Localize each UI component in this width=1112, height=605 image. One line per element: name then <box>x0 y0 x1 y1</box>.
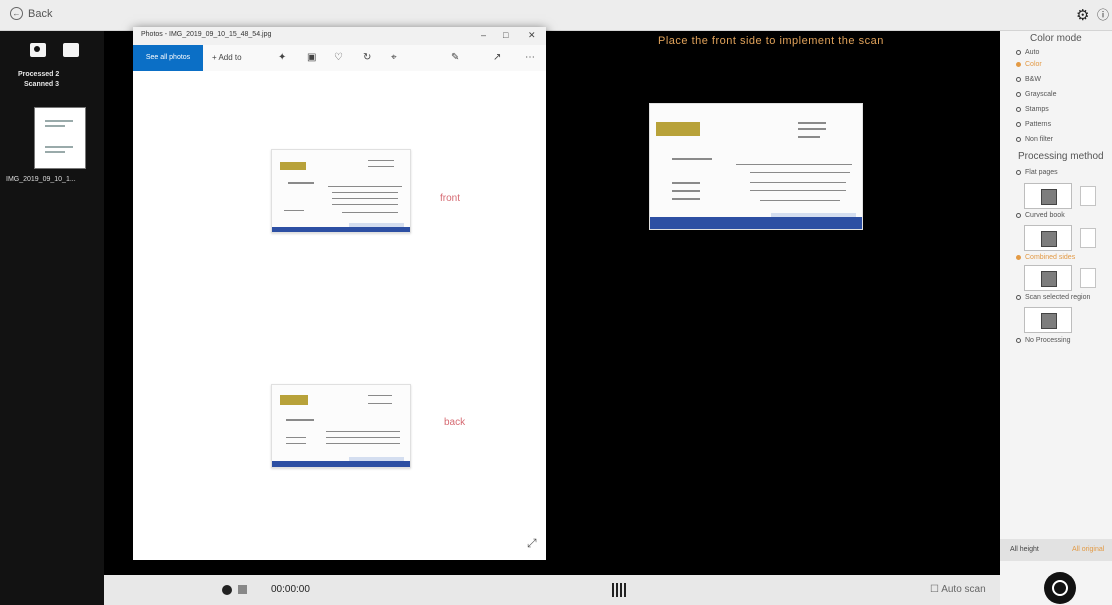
thumbnail-label: IMG_2019_09_10_1... <box>6 176 76 183</box>
color-mode-bw[interactable]: B&W <box>1016 76 1041 83</box>
timer: 00:00:00 <box>271 584 310 595</box>
processing-combined-sides[interactable]: Combined sides <box>1016 254 1075 261</box>
flat-pages-settings-icon[interactable] <box>1080 186 1096 206</box>
right-panel: Color mode Auto Color B&W Grayscale Stam… <box>1000 31 1112 605</box>
maximize-icon[interactable]: □ <box>503 30 508 40</box>
photos-titlebar: Photos - IMG_2019_09_10_15_48_54.jpg – □… <box>133 27 546 45</box>
auto-scan-toggle[interactable]: ☐ Auto scan <box>930 584 986 595</box>
scan-thumbnail[interactable] <box>34 107 86 169</box>
plus-icon: + <box>212 53 217 62</box>
back-label: Back <box>28 7 53 20</box>
processing-flat-pages[interactable]: Flat pages <box>1016 169 1058 176</box>
processing-curved-book[interactable]: Curved book <box>1016 212 1065 219</box>
heart-icon[interactable]: ♡ <box>334 52 343 63</box>
help-icon[interactable]: ⓘ <box>1097 6 1109 23</box>
back-label: back <box>444 417 466 428</box>
processing-method-header: Processing method <box>1018 151 1104 162</box>
processing-scan-selected-region[interactable]: Scan selected region <box>1016 294 1090 301</box>
see-all-photos-button[interactable]: See all photos <box>133 45 203 71</box>
front-label: front <box>440 193 461 204</box>
more-icon[interactable]: ⋯ <box>525 52 535 63</box>
color-mode-stamps[interactable]: Stamps <box>1016 106 1049 113</box>
back-arrow-icon: ← <box>10 7 23 20</box>
rotate-icon[interactable]: ↻ <box>363 52 371 63</box>
minimize-icon[interactable]: – <box>481 30 486 40</box>
scan-button[interactable] <box>1044 572 1076 604</box>
expand-icon[interactable]: ⤢ <box>527 536 537 551</box>
folder-icon[interactable] <box>63 43 79 57</box>
combined-sides-settings-icon[interactable] <box>1080 268 1096 288</box>
curved-book-settings-icon[interactable] <box>1080 228 1096 248</box>
processed-count: Processed 2 <box>18 71 60 78</box>
color-mode-header: Color mode <box>1030 33 1082 44</box>
color-mode-color[interactable]: Color <box>1016 61 1042 68</box>
curved-book-mode-icon[interactable] <box>1024 225 1072 251</box>
back-card-image <box>271 384 411 468</box>
back-button[interactable]: ← Back <box>10 7 52 20</box>
add-to-label: Add to <box>218 53 242 62</box>
enhance-icon[interactable]: ✦ <box>278 52 286 63</box>
color-mode-non-filter[interactable]: Non filter <box>1016 136 1053 143</box>
qr-code-icon[interactable] <box>612 583 626 597</box>
color-mode-patterns[interactable]: Patterns <box>1016 121 1051 128</box>
auto-scan-label: Auto scan <box>941 584 986 595</box>
tab-all-height[interactable]: All height <box>1010 546 1039 553</box>
delete-icon[interactable]: ▣ <box>307 52 316 63</box>
color-mode-grayscale[interactable]: Grayscale <box>1016 91 1057 98</box>
photos-toolbar: See all photos + Add to ✦ ▣ ♡ ↻ ⌖ ✎ ↗ ⋯ <box>133 45 546 71</box>
processing-no-processing[interactable]: No Processing <box>1016 337 1071 344</box>
photos-title: Photos - IMG_2019_09_10_15_48_54.jpg <box>141 31 272 38</box>
scan-region-mode-icon[interactable] <box>1024 307 1072 333</box>
combined-sides-mode-icon[interactable] <box>1024 265 1072 291</box>
grid-icon[interactable] <box>238 585 247 594</box>
scan-hint: Place the front side to implement the sc… <box>658 35 884 47</box>
color-mode-auto[interactable]: Auto <box>1016 49 1039 56</box>
checkbox-icon: ☐ <box>930 584 939 595</box>
scanned-count: Scanned 3 <box>24 81 60 88</box>
share-icon[interactable]: ↗ <box>493 52 501 63</box>
add-to-button[interactable]: + Add to <box>212 53 242 62</box>
scanned-card-preview <box>649 103 863 230</box>
tab-all-original[interactable]: All original <box>1072 546 1104 553</box>
camera-icon[interactable] <box>30 43 46 57</box>
view-tabs: All height All original <box>1000 539 1112 561</box>
front-card-image <box>271 149 411 233</box>
record-icon[interactable] <box>222 585 232 595</box>
flat-pages-mode-icon[interactable] <box>1024 183 1072 209</box>
bottom-bar: 00:00:00 ☐ Auto scan <box>104 575 1000 605</box>
close-icon[interactable]: ✕ <box>528 30 536 41</box>
gear-icon[interactable]: ⚙ <box>1076 6 1089 24</box>
photos-window: Photos - IMG_2019_09_10_15_48_54.jpg – □… <box>133 27 546 560</box>
left-sidebar: Processed 2 Scanned 3 IMG_2019_09_10_1..… <box>0 31 104 605</box>
crop-icon[interactable]: ⌖ <box>391 52 397 63</box>
edit-icon[interactable]: ✎ <box>451 52 459 63</box>
